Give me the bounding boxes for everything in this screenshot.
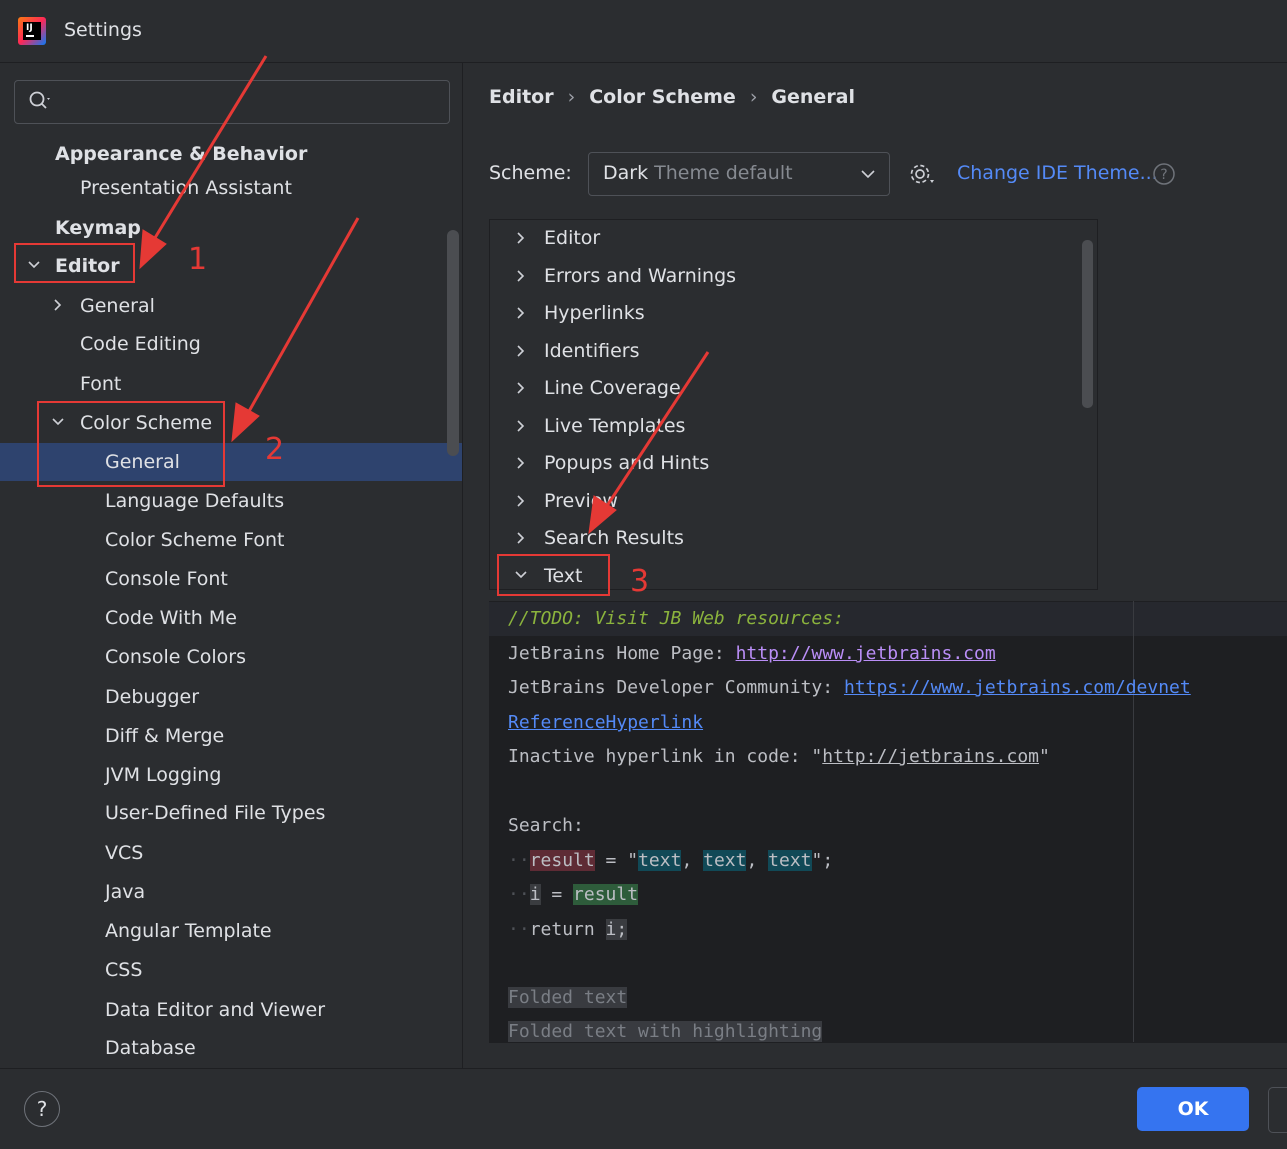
annotation-arrows xyxy=(139,55,710,535)
help-button[interactable]: ? xyxy=(24,1091,60,1127)
dialog-footer xyxy=(0,1068,1287,1149)
ok-button[interactable]: OK xyxy=(1137,1087,1249,1131)
cancel-button[interactable] xyxy=(1268,1087,1287,1133)
